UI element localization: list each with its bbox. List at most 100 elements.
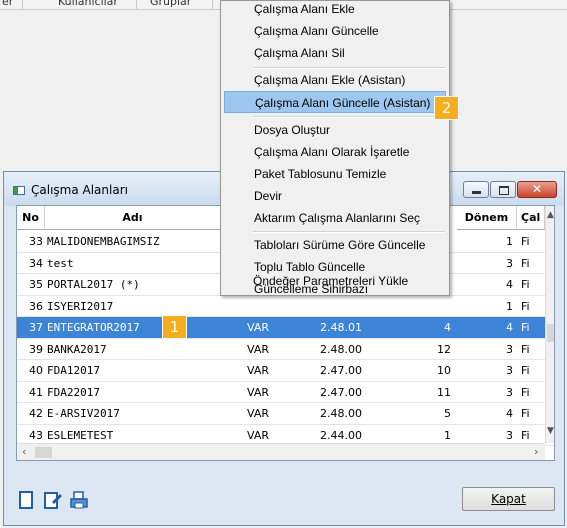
menu-item-load-default-parameters[interactable]: Öndeğer Parametreleri Yükle [223, 270, 445, 292]
row-period-cell: 1 [506, 235, 513, 248]
bg-column-header: Kullanıcılar [58, 0, 118, 8]
row-period-cell: 3 [506, 256, 513, 270]
table-row[interactable]: 37 ENTEGRATOR2017 VAR 2.48.01 4 4 Fi [17, 317, 554, 339]
row-name-cell: ISYERI2017 [47, 299, 114, 313]
row-version-cell: 2.47.00 [320, 364, 362, 377]
close-button-label: Kapat [491, 492, 526, 506]
column-header-cal[interactable]: Çal [517, 206, 545, 230]
row-name-cell: FDA22017 [47, 385, 100, 399]
bg-column-header: Gruplar [150, 0, 192, 8]
row-name-cell: ENTEGRATOR2017 [47, 321, 140, 334]
close-button[interactable]: Kapat [462, 487, 555, 511]
row-period-cell: 3 [506, 342, 513, 356]
row-number-cell: 36 [29, 299, 43, 313]
row-cal-cell: Fi [521, 321, 530, 334]
table-row[interactable]: 41 FDA22017 VAR 2.47.00 11 3 Fi [17, 382, 554, 403]
column-header-period[interactable]: Dönem [457, 206, 517, 230]
menu-item-transfer[interactable]: Devir [224, 185, 446, 207]
row-cal-cell: Fi [521, 385, 530, 399]
row-cal-cell: Fi [521, 342, 530, 356]
row-number-cell: 40 [29, 364, 43, 377]
print-icon[interactable] [69, 490, 89, 510]
window-title: Çalışma Alanları [31, 183, 128, 197]
row-period-cell: 4 [506, 407, 513, 420]
row-cal-cell: Fi [521, 278, 530, 291]
table-row[interactable]: 39 BANKA2017 VAR 2.48.00 12 3 Fi [17, 339, 554, 360]
row-period-cell: 3 [506, 385, 513, 399]
bg-column-header: er [2, 0, 14, 8]
column-header-no[interactable]: No [17, 206, 45, 230]
vertical-scrollbar[interactable]: ▲ ▼ [545, 206, 554, 443]
row-count-cell: 5 [444, 407, 451, 420]
row-period-cell: 1 [506, 299, 513, 313]
menu-item-update-workspace[interactable]: Çalışma Alanı Güncelle [224, 20, 446, 42]
row-var-cell: VAR [247, 321, 269, 334]
callout-badge-2: 2 [434, 96, 459, 120]
minimize-button[interactable] [463, 181, 489, 198]
row-var-cell: VAR [247, 407, 269, 420]
new-document-icon[interactable] [17, 490, 37, 510]
table-row[interactable]: 42 E-ARSIV2017 VAR 2.48.00 5 4 Fi [17, 403, 554, 425]
row-var-cell: VAR [247, 342, 269, 356]
row-name-cell: FDA12017 [47, 364, 100, 377]
scroll-right-icon[interactable]: › [534, 445, 538, 458]
table-row[interactable]: 40 FDA12017 VAR 2.47.00 10 3 Fi [17, 360, 554, 382]
row-cal-cell: Fi [521, 364, 530, 377]
scroll-down-icon[interactable]: ▼ [547, 426, 554, 436]
row-period-cell: 4 [506, 278, 513, 291]
menu-separator [253, 116, 445, 118]
row-cal-cell: Fi [521, 299, 530, 313]
row-count-cell: 10 [437, 364, 451, 377]
row-count-cell: 4 [444, 321, 451, 334]
bg-column-separator [22, 0, 23, 9]
menu-item-add-workspace[interactable]: Çalışma Alanı Ekle [224, 0, 446, 20]
row-var-cell: VAR [247, 385, 269, 399]
menu-item-update-workspace-wizard[interactable]: Çalışma Alanı Güncelle (Asistan) [224, 91, 446, 113]
menu-item-create-file[interactable]: Dosya Oluştur [224, 119, 446, 141]
row-number-cell: 33 [29, 235, 43, 248]
row-cal-cell: Fi [521, 235, 530, 248]
vertical-scroll-thumb[interactable] [547, 324, 554, 342]
menu-separator [253, 231, 445, 233]
menu-item-add-workspace-wizard[interactable]: Çalışma Alanı Ekle (Asistan) [224, 69, 446, 91]
row-cal-cell: Fi [521, 256, 530, 270]
row-period-cell: 4 [506, 321, 513, 334]
maximize-button[interactable] [490, 181, 516, 198]
row-number-cell: 41 [29, 385, 43, 399]
menu-item-delete-workspace[interactable]: Çalışma Alanı Sil [224, 42, 446, 64]
row-count-cell: 11 [437, 385, 451, 399]
scroll-left-icon[interactable]: ‹ [22, 445, 26, 458]
close-window-button[interactable] [517, 181, 557, 198]
edit-document-icon[interactable] [43, 490, 63, 510]
row-period-cell: 3 [506, 364, 513, 377]
row-number-cell: 39 [29, 342, 43, 356]
row-number-cell: 37 [29, 321, 43, 334]
callout-badge-1: 1 [162, 315, 187, 339]
row-name-cell: E-ARSIV2017 [47, 407, 120, 420]
row-name-cell: PORTAL2017 (*) [47, 278, 140, 291]
window-icon [13, 186, 25, 195]
menu-item-clear-package-table[interactable]: Paket Tablosunu Temizle [224, 163, 446, 185]
menu-item-select-transfer-workspaces[interactable]: Aktarım Çalışma Alanlarını Seç [224, 207, 446, 229]
horizontal-scroll-thumb[interactable] [35, 447, 52, 458]
row-number-cell: 35 [29, 278, 43, 291]
column-header-name[interactable]: Adı [45, 206, 221, 230]
menu-item-update-tables-by-version[interactable]: Tabloları Sürüme Göre Güncelle [224, 234, 446, 256]
context-menu: Çalışma Alanı Ekle Çalışma Alanı Güncell… [220, 0, 450, 296]
row-version-cell: 2.48.01 [320, 321, 362, 334]
row-version-cell: 2.47.00 [320, 385, 362, 399]
bg-column-separator [136, 0, 137, 9]
row-name-cell: MALIDONEMBAGIMSIZ [47, 235, 160, 248]
row-name-cell: BANKA2017 [47, 342, 107, 356]
row-number-cell: 42 [29, 407, 43, 420]
row-name-cell: test [47, 256, 74, 270]
row-cal-cell: Fi [521, 407, 530, 420]
horizontal-scrollbar[interactable]: ‹ › [17, 443, 545, 460]
row-version-cell: 2.48.00 [320, 407, 362, 420]
row-version-cell: 2.48.00 [320, 342, 362, 356]
row-var-cell: VAR [247, 364, 269, 377]
bg-column-separator [212, 0, 213, 9]
row-number-cell: 34 [29, 256, 43, 270]
scroll-up-icon[interactable]: ▲ [547, 210, 554, 220]
menu-item-mark-as-workspace[interactable]: Çalışma Alanı Olarak İşaretle [224, 141, 446, 163]
